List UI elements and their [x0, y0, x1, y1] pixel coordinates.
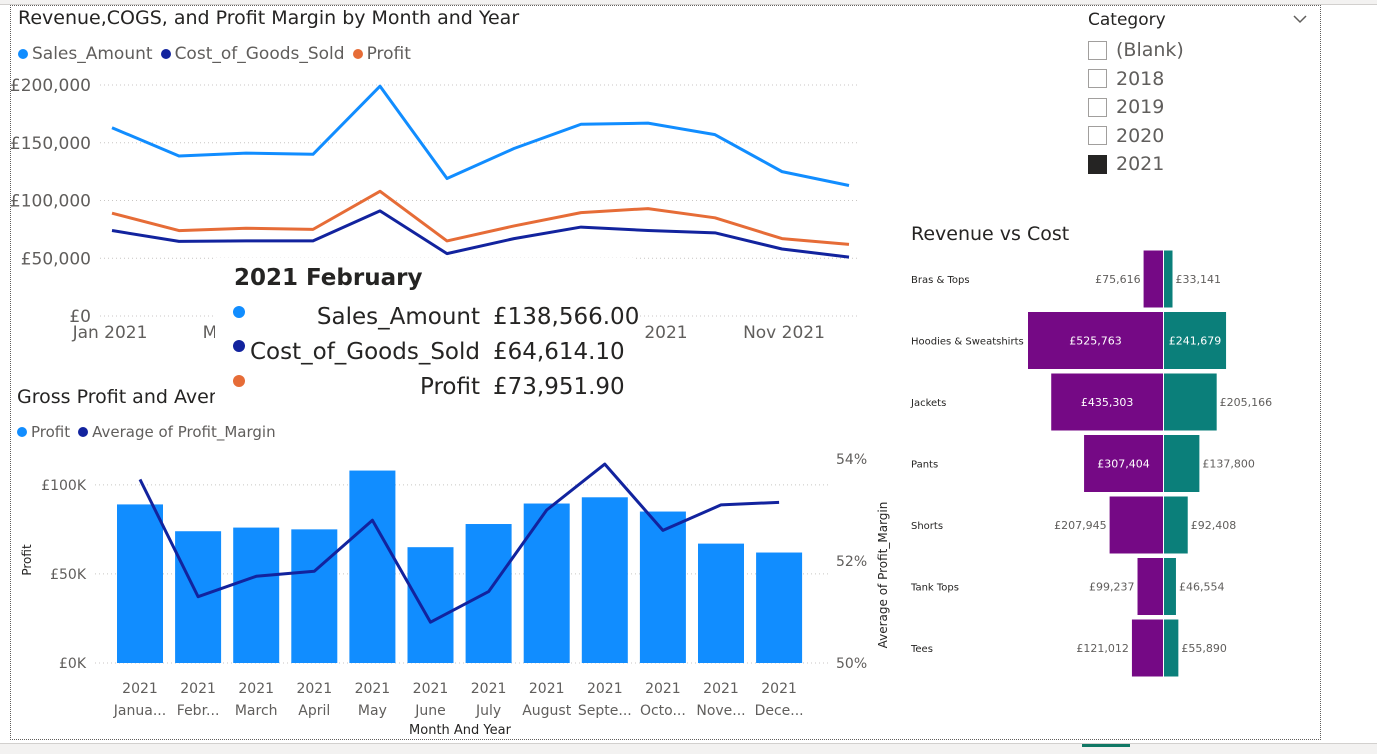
category-label: Tees: [910, 644, 933, 655]
category-label: Bras & Tops: [911, 275, 970, 286]
tooltip-row-value: £64,614.10: [493, 339, 625, 365]
tooltip-row-cogs: Cost_of_Goods_Sold £64,614.10: [215, 337, 635, 373]
x-tick-month: August: [522, 703, 572, 719]
tooltip-title: 2021 February: [234, 265, 423, 291]
category-label: Hoodies & Sweatshirts: [911, 337, 1024, 348]
cost-bar: [1164, 373, 1217, 431]
tooltip-row-name: Cost_of_Goods_Sold: [249, 339, 480, 365]
x-axis-title: Month And Year: [409, 723, 512, 738]
cost-data-label: £241,679: [1169, 335, 1222, 348]
revenue-data-label: £307,404: [1097, 458, 1150, 471]
cost-data-label: £55,890: [1181, 642, 1227, 655]
cost-bar: [1164, 435, 1200, 492]
tooltip: 2021 February Sales_Amount £138,566.00 C…: [215, 258, 639, 418]
cost-bar: [1164, 250, 1173, 308]
x-tick-month: July: [475, 703, 501, 719]
revenue-cost-chart[interactable]: Bras & Tops £75,616 £33,141 Hoodies & Sweat…: [0, 0, 1320, 700]
tooltip-row-value: £138,566.00: [493, 304, 640, 330]
x-tick-month: Nove...: [696, 703, 745, 719]
active-page-tab[interactable]: [1082, 744, 1130, 747]
tooltip-row-profit: Profit £73,951.90: [215, 372, 635, 408]
cost-data-label: £46,554: [1179, 581, 1225, 594]
tooltip-row-value: £73,951.90: [493, 374, 625, 400]
revenue-data-label: £99,237: [1089, 581, 1135, 594]
tooltip-row-name: Profit: [420, 374, 480, 400]
revenue-bar: [1143, 250, 1163, 308]
cost-data-label: £205,166: [1220, 396, 1273, 409]
revenue-data-label: £207,945: [1054, 519, 1107, 532]
x-tick-month: Octo...: [640, 703, 686, 719]
revenue-data-label: £525,763: [1069, 335, 1122, 348]
x-tick-month: April: [298, 703, 330, 719]
x-tick-month: Dece...: [755, 703, 804, 719]
x-tick-month: March: [235, 703, 278, 719]
revenue-data-label: £121,012: [1076, 642, 1129, 655]
revenue-bar: [1131, 619, 1163, 677]
x-tick-month: May: [358, 703, 387, 719]
tooltip-row-name: Sales_Amount: [316, 304, 480, 330]
revenue-data-label: £435,303: [1081, 396, 1134, 409]
x-tick-month: Septe...: [578, 703, 632, 719]
category-label: Tank Tops: [910, 583, 959, 594]
x-tick-month: Febr...: [177, 703, 220, 719]
cost-data-label: £137,800: [1202, 458, 1255, 471]
cost-bar: [1164, 558, 1176, 615]
cogs-dot-icon: [233, 340, 245, 352]
cost-bar: [1164, 619, 1179, 677]
x-tick-month: June: [414, 703, 446, 719]
cost-data-label: £33,141: [1176, 273, 1222, 286]
revenue-bar: [1109, 496, 1163, 554]
cost-data-label: £92,408: [1191, 519, 1237, 532]
category-label: Jackets: [910, 398, 946, 409]
tooltip-row-sales: Sales_Amount £138,566.00: [215, 302, 639, 338]
profit-dot-icon: [233, 375, 245, 387]
x-tick-month: Janua...: [113, 703, 166, 719]
sales-dot-icon: [233, 306, 245, 318]
revenue-data-label: £75,616: [1095, 273, 1141, 286]
category-label: Shorts: [911, 521, 943, 532]
cost-bar: [1164, 496, 1188, 554]
revenue-bar: [1137, 558, 1163, 615]
page-tabs-strip: [0, 743, 1377, 754]
category-label: Pants: [911, 460, 938, 471]
